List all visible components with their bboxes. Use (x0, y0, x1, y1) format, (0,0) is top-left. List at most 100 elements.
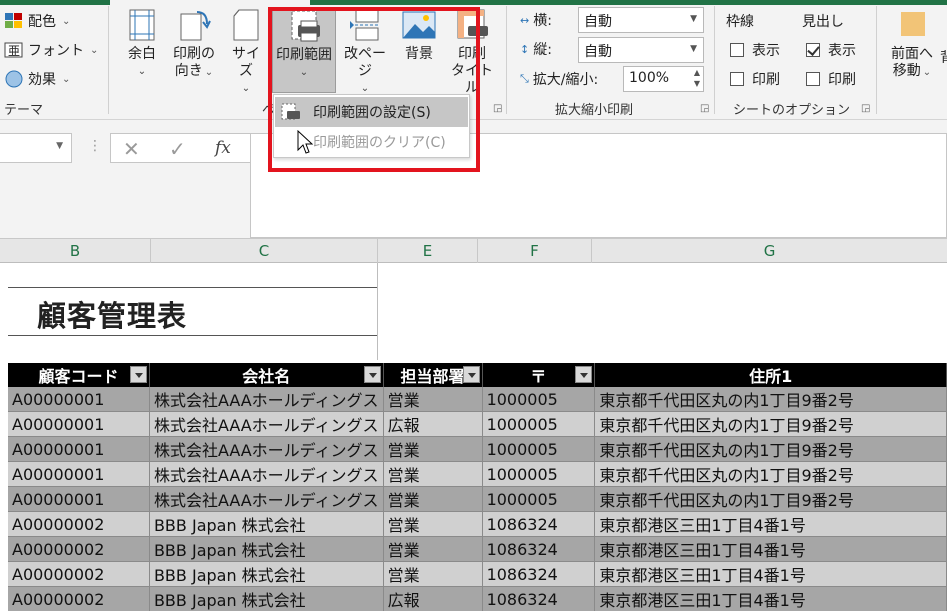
table-cell[interactable]: 営業 (383, 561, 483, 587)
chevron-down-icon: ⌄ (241, 83, 251, 94)
table-cell[interactable]: 1000005 (482, 411, 596, 437)
size-button[interactable]: サイズ ⌄ (226, 8, 266, 97)
table-cell[interactable]: 東京都港区三田1丁目4番1号 (594, 561, 947, 587)
table-row[interactable]: A00000002 BBB Japan 株式会社 営業 1086324 東京都港区三田1… (8, 536, 947, 562)
table-cell[interactable]: 株式会社AAAホールディングス (149, 387, 384, 412)
table-cell[interactable]: 東京都港区三田1丁目4番1号 (594, 586, 947, 611)
width-select[interactable]: 自動 ▼ (578, 7, 704, 33)
gridlines-print-checkbox[interactable]: 印刷 (730, 69, 780, 89)
table-cell[interactable]: 株式会社AAAホールディングス (149, 436, 384, 462)
height-value: 自動 (584, 44, 612, 60)
table-cell[interactable]: 営業 (383, 511, 483, 537)
dialog-launcher-icon[interactable]: ◲ (493, 103, 502, 114)
table-cell[interactable]: BBB Japan 株式会社 (149, 536, 384, 562)
table-cell[interactable]: 営業 (383, 461, 483, 487)
column-header-b[interactable]: B (0, 239, 151, 263)
table-cell[interactable]: 広報 (383, 411, 483, 437)
table-cell[interactable]: 東京都港区三田1丁目4番1号 (594, 536, 947, 562)
table-cell[interactable]: 東京都千代田区丸の内1丁目9番2号 (594, 387, 947, 412)
table-cell[interactable]: 東京都千代田区丸の内1丁目9番2号 (594, 411, 947, 437)
table-cell[interactable]: A00000001 (8, 461, 150, 487)
table-cell[interactable]: 東京都千代田区丸の内1丁目9番2号 (594, 461, 947, 487)
table-cell[interactable]: A00000002 (8, 511, 150, 537)
table-cell[interactable]: 営業 (383, 536, 483, 562)
table-cell[interactable]: 1086324 (482, 536, 596, 562)
drag-handle-icon[interactable]: ⋮ (88, 138, 102, 154)
gridlines-view-checkbox[interactable]: 表示 (730, 40, 780, 60)
table-cell[interactable]: 1086324 (482, 586, 596, 611)
table-cell[interactable]: A00000001 (8, 486, 150, 512)
headings-view-label: 表示 (828, 43, 856, 59)
table-cell[interactable]: 営業 (383, 387, 483, 412)
formula-buttons: ✕ ✓ fx (110, 133, 255, 163)
checkbox-icon (806, 72, 820, 86)
filter-dropdown-icon[interactable] (363, 366, 381, 383)
column-header-g[interactable]: G (592, 239, 947, 263)
table-cell[interactable]: 1000005 (482, 387, 596, 412)
table-cell[interactable]: A00000002 (8, 561, 150, 587)
headings-print-label: 印刷 (828, 72, 856, 88)
filter-dropdown-icon[interactable] (129, 366, 147, 383)
table-cell[interactable]: 東京都千代田区丸の内1丁目9番2号 (594, 486, 947, 512)
table-cell[interactable]: A00000001 (8, 436, 150, 462)
table-cell[interactable]: A00000002 (8, 536, 150, 562)
margins-button[interactable]: 余白 ⌄ (122, 8, 162, 80)
table-cell[interactable]: 東京都千代田区丸の内1丁目9番2号 (594, 436, 947, 462)
table-cell[interactable]: 1000005 (482, 461, 596, 487)
table-cell[interactable]: 株式会社AAAホールディングス (149, 461, 384, 487)
fx-icon[interactable]: fx (215, 138, 231, 158)
dialog-launcher-icon[interactable]: ◲ (700, 103, 709, 114)
orientation-button[interactable]: 印刷の 向き ⌄ (170, 8, 218, 81)
table-row[interactable]: A00000001 株式会社AAAホールディングス 広報 1000005 東京都千代田区… (8, 411, 947, 437)
bring-forward-button[interactable]: 前面へ 移動 ⌄ (886, 8, 938, 81)
table-row[interactable]: A00000001 株式会社AAAホールディングス 営業 1000005 東京都千代田区… (8, 486, 947, 512)
margins-label: 余白 (128, 46, 156, 62)
table-cell[interactable]: 1000005 (482, 486, 596, 512)
column-header-f[interactable]: F (478, 239, 592, 263)
theme-fonts-button[interactable]: 亜 フォント ⌄ (4, 37, 98, 63)
table-row[interactable]: A00000001 株式会社AAAホールディングス 営業 1000005 東京都千代田区… (8, 436, 947, 462)
border-line (8, 335, 377, 336)
filter-dropdown-icon[interactable] (575, 366, 593, 383)
table-cell[interactable]: 営業 (383, 436, 483, 462)
table-header: 住所1 (594, 363, 947, 387)
colors-icon (5, 13, 22, 28)
table-cell[interactable]: A00000001 (8, 387, 150, 412)
dialog-launcher-icon[interactable]: ◲ (861, 103, 870, 114)
column-header-e[interactable]: E (378, 239, 478, 263)
enter-icon[interactable]: ✓ (169, 137, 186, 161)
table-body: A00000001 株式会社AAAホールディングス 営業 1000005 東京都千代田区… (8, 387, 947, 611)
column-header-c[interactable]: C (151, 239, 378, 263)
height-select[interactable]: 自動 ▼ (578, 37, 704, 63)
table-cell[interactable]: 1086324 (482, 561, 596, 587)
table-cell[interactable]: 1000005 (482, 436, 596, 462)
name-box[interactable]: ▼ (0, 133, 72, 163)
table-cell[interactable]: 営業 (383, 486, 483, 512)
table-row[interactable]: A00000001 株式会社AAAホールディングス 営業 1000005 東京都千代田区… (8, 461, 947, 487)
table-cell[interactable]: BBB Japan 株式会社 (149, 586, 384, 611)
theme-effects-button[interactable]: 効果 ⌄ (4, 66, 70, 92)
worksheet[interactable]: 顧客管理表 顧客コード 会社名 担当部署 〒 住所1 A00000001 株式会社… (0, 263, 947, 611)
cancel-icon[interactable]: ✕ (123, 137, 140, 161)
scale-input[interactable]: 100% ▲ ▼ (623, 66, 704, 92)
table-cell[interactable]: BBB Japan 株式会社 (149, 561, 384, 587)
headings-view-checkbox[interactable]: 表示 (806, 40, 856, 60)
send-backward-button[interactable]: 背 (940, 50, 947, 67)
table-cell[interactable]: 東京都港区三田1丁目4番1号 (594, 511, 947, 537)
table-cell[interactable]: A00000001 (8, 411, 150, 437)
filter-dropdown-icon[interactable] (462, 366, 480, 383)
table-cell[interactable]: BBB Japan 株式会社 (149, 511, 384, 537)
table-row[interactable]: A00000002 BBB Japan 株式会社 広報 1086324 東京都港区三田1… (8, 586, 947, 611)
table-cell[interactable]: A00000002 (8, 586, 150, 611)
table-row[interactable]: A00000002 BBB Japan 株式会社 営業 1086324 東京都港区三田1… (8, 511, 947, 537)
table-row[interactable]: A00000001 株式会社AAAホールディングス 営業 1000005 東京都千代田区… (8, 387, 947, 412)
table-row[interactable]: A00000002 BBB Japan 株式会社 営業 1086324 東京都港区三田1… (8, 561, 947, 587)
table-cell[interactable]: 株式会社AAAホールディングス (149, 411, 384, 437)
theme-colors-button[interactable]: 配色 ⌄ (4, 8, 70, 34)
spinner-icon[interactable]: ▲ ▼ (694, 67, 700, 89)
header-label: 住所1 (749, 367, 793, 386)
table-cell[interactable]: 広報 (383, 586, 483, 611)
table-cell[interactable]: 1086324 (482, 511, 596, 537)
table-cell[interactable]: 株式会社AAAホールディングス (149, 486, 384, 512)
headings-print-checkbox[interactable]: 印刷 (806, 69, 856, 89)
